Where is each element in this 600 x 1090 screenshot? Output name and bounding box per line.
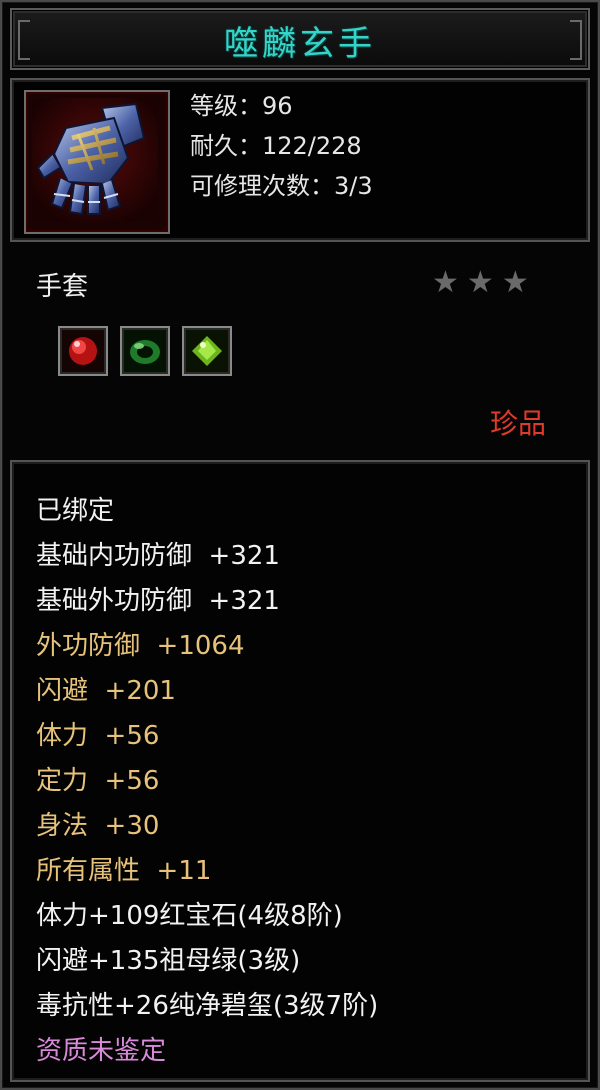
star-icon: ★	[432, 265, 459, 300]
attribute-line: 体力+109红宝石(4级8阶)	[36, 901, 343, 931]
attribute-line: 身法 +30	[36, 811, 160, 841]
item-repair-count: 可修理次数：3/3	[190, 172, 373, 200]
item-summary-panel: 等级：96 耐久：122/228 可修理次数：3/3	[10, 78, 590, 242]
gem-slot-3[interactable]	[182, 326, 232, 376]
jade-gem-icon	[186, 330, 228, 372]
item-durability: 耐久：122/228	[190, 132, 362, 160]
item-type: 手套	[36, 272, 89, 302]
ruby-gem-icon	[62, 330, 104, 372]
rarity-label: 珍品	[490, 407, 547, 440]
item-icon-frame[interactable]	[24, 90, 170, 234]
attribute-line: 体力 +56	[36, 721, 160, 751]
star-rating: ★ ★ ★	[432, 268, 537, 298]
attribute-line: 外功防御 +1064	[36, 631, 245, 661]
star-icon: ★	[466, 265, 494, 300]
attribute-line: 所有属性 +11	[36, 856, 212, 886]
attribute-line: 基础内功防御 +321	[36, 541, 280, 571]
gem-slot-2[interactable]	[120, 326, 170, 376]
attribute-line: 定力 +56	[36, 766, 160, 796]
attribute-line: 闪避+135祖母绿(3级)	[36, 946, 301, 976]
item-name: 噬麟玄手	[224, 24, 376, 64]
gauntlet-icon	[32, 98, 158, 222]
star-icon: ★	[501, 265, 529, 300]
emerald-ring-gem-icon	[124, 330, 166, 372]
attribute-line: 闪避 +201	[36, 676, 176, 706]
attribute-line: 资质未鉴定	[36, 1036, 167, 1066]
attribute-line: 毒抗性+26纯净碧玺(3级7阶)	[36, 991, 379, 1021]
gem-slot-1[interactable]	[58, 326, 108, 376]
title-bar: 噬麟玄手	[10, 8, 590, 70]
item-level: 等级：96	[190, 92, 293, 120]
attribute-line: 基础外功防御 +321	[36, 586, 280, 616]
attribute-line: 已绑定	[36, 496, 115, 526]
